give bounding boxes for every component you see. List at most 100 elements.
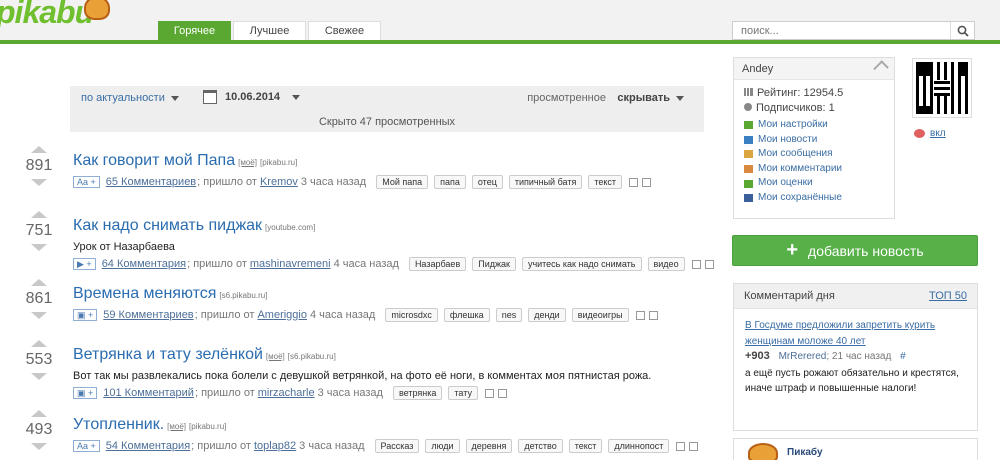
- user-link-label[interactable]: Мои сохранённые: [758, 191, 842, 206]
- downvote-arrow-icon[interactable]: [31, 373, 47, 380]
- expand-icon[interactable]: [497, 388, 507, 398]
- user-link-item[interactable]: Мои комментарии: [744, 162, 884, 177]
- story-title[interactable]: Времена меняются: [73, 285, 216, 302]
- story-author[interactable]: mirzacharle: [258, 387, 315, 399]
- story-title[interactable]: Как говорит мой Папа: [73, 152, 235, 169]
- story-type-badge[interactable]: Aa +: [73, 440, 100, 452]
- save-icon[interactable]: [635, 310, 645, 320]
- sort-dropdown[interactable]: по актуальности: [81, 92, 179, 104]
- comments-link[interactable]: 65 Комментариев: [106, 176, 196, 188]
- story-tag[interactable]: деревня: [465, 439, 513, 453]
- story-tag[interactable]: люди: [425, 439, 460, 453]
- story-tag[interactable]: тату: [448, 386, 478, 400]
- story-tag[interactable]: папа: [434, 175, 466, 189]
- story-author[interactable]: Kremov: [260, 176, 298, 188]
- story-tag[interactable]: длиннопост: [608, 439, 670, 453]
- tab-hot[interactable]: Горячее: [158, 21, 231, 40]
- main-tabs: Горячее Лучшее Свежее: [158, 21, 381, 40]
- user-link-label[interactable]: Мои сообщения: [758, 147, 833, 162]
- story-tag[interactable]: денди: [528, 308, 566, 322]
- tab-fresh[interactable]: Свежее: [308, 21, 381, 40]
- vk-toggle[interactable]: вкл: [914, 128, 946, 139]
- story-tag[interactable]: Пиджак: [472, 257, 516, 271]
- hidden-count[interactable]: Скрыто 47 просмотренных: [70, 116, 704, 128]
- upvote-arrow-icon[interactable]: [31, 146, 47, 153]
- comments-link[interactable]: 101 Комментарий: [103, 387, 194, 399]
- user-link-item[interactable]: Мои настройки: [744, 118, 884, 133]
- story-tag[interactable]: учитесь как надо снимать: [521, 257, 642, 271]
- story-tag[interactable]: текст: [568, 439, 603, 453]
- story-tag[interactable]: отец: [471, 175, 503, 189]
- hide-dropdown[interactable]: скрывать: [617, 92, 684, 104]
- expand-icon[interactable]: [689, 441, 699, 451]
- user-link-label[interactable]: Мои настройки: [758, 118, 828, 133]
- story-type-badge[interactable]: ▣ +: [73, 387, 98, 399]
- story-type-badge[interactable]: Aa +: [73, 176, 100, 188]
- user-link-item[interactable]: Мои новости: [744, 133, 884, 148]
- user-link-label[interactable]: Мои новости: [758, 133, 817, 148]
- save-icon[interactable]: [691, 259, 701, 269]
- story-tag[interactable]: детство: [518, 439, 563, 453]
- story-tag[interactable]: текст: [588, 175, 623, 189]
- story-title[interactable]: Утопленник.: [73, 416, 164, 433]
- user-link-item[interactable]: Мои сообщения: [744, 147, 884, 162]
- cupcake-icon: [748, 443, 778, 460]
- story-type-badge[interactable]: ▣ +: [73, 309, 98, 321]
- downvote-arrow-icon[interactable]: [31, 443, 47, 450]
- story-tag[interactable]: nes: [495, 308, 523, 322]
- user-link-item[interactable]: Мои сохранённые: [744, 191, 884, 206]
- expand-icon[interactable]: [704, 259, 714, 269]
- user-link-item[interactable]: Мои оценки: [744, 176, 884, 191]
- from-text: ; пришло от: [197, 176, 257, 188]
- comments-link[interactable]: 59 Комментариев: [103, 309, 193, 321]
- search-input[interactable]: [733, 22, 943, 39]
- comments-link[interactable]: 54 Комментария: [106, 440, 190, 452]
- gear-icon: [744, 121, 753, 130]
- comment-author[interactable]: MrRerered: [779, 351, 827, 362]
- story-tag[interactable]: ветрянка: [392, 386, 443, 400]
- downvote-arrow-icon[interactable]: [31, 179, 47, 186]
- upvote-arrow-icon[interactable]: [31, 211, 47, 218]
- comment-hash-link[interactable]: #: [900, 351, 906, 362]
- user-link-label[interactable]: Мои оценки: [758, 176, 813, 191]
- story-meta: ▣ + 59 Комментариев; пришло от Ameriggio 4 …: [73, 308, 658, 322]
- story-tag[interactable]: видео: [647, 257, 685, 271]
- comments-link[interactable]: 64 Комментария: [102, 258, 186, 270]
- save-icon[interactable]: [484, 388, 494, 398]
- story-tag[interactable]: флешка: [443, 308, 490, 322]
- from-text: ; пришло от: [187, 258, 247, 270]
- story-author[interactable]: mashinavremeni: [250, 258, 331, 270]
- story-tag[interactable]: Мой папа: [376, 175, 429, 189]
- story-title[interactable]: Как надо снимать пиджак: [73, 217, 262, 234]
- upvote-arrow-icon[interactable]: [31, 279, 47, 286]
- story-author[interactable]: toplap82: [254, 440, 296, 452]
- story-title[interactable]: Ветрянка и тату зелёнкой: [73, 346, 263, 363]
- story-tag[interactable]: Назарбаев: [408, 257, 467, 271]
- upvote-arrow-icon[interactable]: [31, 340, 47, 347]
- comment-story-link[interactable]: В Госдуме предложили запретить курить же…: [745, 318, 967, 350]
- downvote-arrow-icon[interactable]: [31, 312, 47, 319]
- story-type-badge[interactable]: ▶ +: [73, 258, 96, 270]
- save-icon[interactable]: [629, 177, 639, 187]
- user-link-label[interactable]: Мои комментарии: [758, 162, 842, 177]
- date-picker[interactable]: 10.06.2014: [203, 90, 301, 104]
- upvote-arrow-icon[interactable]: [31, 410, 47, 417]
- calendar-icon: [203, 90, 217, 104]
- story-tag[interactable]: Рассказ: [374, 439, 420, 453]
- story-tag[interactable]: типичный батя: [508, 175, 583, 189]
- story-tag[interactable]: microsdxc: [385, 308, 438, 322]
- top50-link[interactable]: ТОП 50: [929, 290, 967, 302]
- story-tag[interactable]: видеоигры: [571, 308, 629, 322]
- pin-icon[interactable]: [873, 60, 889, 76]
- community-name[interactable]: Пикабу: [787, 447, 823, 458]
- expand-icon[interactable]: [642, 177, 652, 187]
- search-button[interactable]: [950, 22, 974, 39]
- username[interactable]: Andey: [742, 63, 773, 75]
- story-author[interactable]: Ameriggio: [257, 309, 307, 321]
- save-icon[interactable]: [676, 441, 686, 451]
- add-news-button[interactable]: + добавить новость: [732, 235, 978, 266]
- tab-best[interactable]: Лучшее: [233, 21, 306, 40]
- pikabu-logo[interactable]: pikabu: [0, 0, 94, 31]
- expand-icon[interactable]: [648, 310, 658, 320]
- downvote-arrow-icon[interactable]: [31, 244, 47, 251]
